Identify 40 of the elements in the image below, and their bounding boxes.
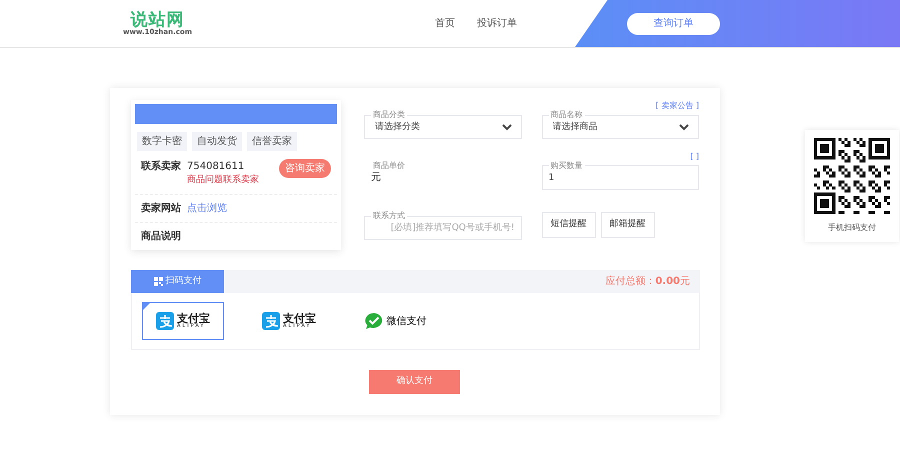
info-label: 卖家网站 <box>141 201 181 216</box>
dropdown-field[interactable]: 商品名称 请选择商品 <box>542 111 699 139</box>
total-amount: 应付总额：0.00元 <box>605 274 690 289</box>
payment-logo-icon <box>262 312 280 330</box>
select-field[interactable]: 请选择分类 <box>371 120 514 134</box>
field-label: 商品单价 <box>372 162 406 170</box>
field-label: 商品名称 <box>550 111 584 119</box>
nav-link[interactable]: 首页 <box>435 16 456 31</box>
input-field[interactable]: [必填]推荐填写QQ号或手机号! <box>371 221 514 236</box>
field-label: 购买数量 <box>550 162 584 170</box>
price-value: 元 <box>371 172 381 183</box>
reminder-button[interactable]: 短信提醒 <box>542 212 596 238</box>
contact-note: 商品问题联系卖家 <box>187 174 259 187</box>
logo-title: 说站网 <box>130 12 185 28</box>
field-label: 商品分类 <box>372 111 406 119</box>
logo-text: 支付宝 <box>177 313 210 324</box>
select-field[interactable]: 请选择商品 <box>548 120 692 134</box>
method-name: 微信支付 <box>386 314 426 328</box>
reminder-button[interactable]: 邮箱提醒 <box>600 212 654 238</box>
payment-logo-icon <box>156 312 174 330</box>
notice-link[interactable]: [ ] <box>690 152 699 161</box>
seller-tag: 自动发货 <box>192 132 242 151</box>
text-field[interactable]: 购买数量 1 <box>542 162 699 190</box>
browse-link[interactable]: 点击浏览 <box>187 200 227 216</box>
qr-code-icon <box>154 277 162 286</box>
text-field[interactable]: 联系方式 [必填]推荐填写QQ号或手机号! <box>364 212 522 240</box>
check-bubble-icon <box>364 312 384 330</box>
contact-number: 754081611 <box>187 160 246 174</box>
info-label: 商品说明 <box>141 229 181 244</box>
qr-caption: 手机扫码支付 <box>828 222 876 234</box>
input-field[interactable]: 1 <box>548 170 692 185</box>
seller-tag: 信誉卖家 <box>247 132 297 151</box>
seller-tag: 数字卡密 <box>137 132 187 151</box>
info-label: 联系卖家 <box>141 159 181 174</box>
field-label: 联系方式 <box>372 212 406 220</box>
dropdown-field[interactable]: 商品分类 请选择分类 <box>364 111 522 139</box>
query-order-button[interactable]: 查询订单 <box>627 12 720 34</box>
logo-text: 支付宝 <box>283 313 316 324</box>
notice-link[interactable]: [ 卖家公告 ] <box>656 101 699 110</box>
nav-link[interactable]: 投诉订单 <box>477 16 518 31</box>
